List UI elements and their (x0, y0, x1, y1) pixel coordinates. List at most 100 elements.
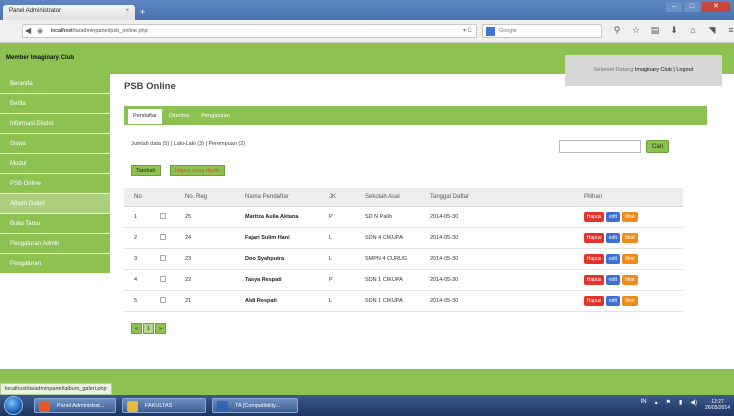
language-icon[interactable]: IN (641, 399, 647, 405)
browser-titlebar: Panel Administrator × + – □ ✕ (0, 0, 734, 20)
tab-close-icon[interactable]: × (125, 8, 129, 14)
taskbar: Panel Administrat... FAKULTAS TA [Compat… (0, 395, 734, 416)
header-reg: No. Reg (185, 194, 208, 200)
row-edit-button[interactable]: edit (606, 254, 620, 264)
sidebar-item-modul[interactable]: Modul (0, 154, 110, 174)
url-bar[interactable]: ◀ ◉ localhost/ta/adminpanel/psb_online.p… (22, 24, 477, 38)
clipboard-icon[interactable]: ▤ (650, 25, 660, 36)
taskbar-app-browser[interactable]: Panel Administrat... (34, 398, 116, 413)
search-input[interactable] (559, 140, 641, 153)
sidebar-item-pengaturan-admin[interactable]: Pengaturan Admin (0, 234, 110, 254)
home-icon[interactable]: ⌂ (688, 25, 698, 36)
sidebar: Beranda Berita Informasi Disdet Siswa Mo… (0, 74, 110, 274)
close-window-icon[interactable]: ✕ (702, 2, 730, 12)
row-reg: 23 (185, 256, 192, 262)
registrant-table: No No. Reg Nama Pendaftar JK Sekolah Asa… (124, 188, 683, 312)
row-checkbox[interactable] (160, 255, 166, 261)
download-icon[interactable]: ⬇ (669, 25, 679, 36)
row-edit-button[interactable]: edit (606, 233, 620, 243)
status-url: localhost/ta/adminpanel/album_galeri.php (0, 383, 112, 395)
sidebar-item-psb-online[interactable]: PSB Online (0, 174, 110, 194)
tab-divider (124, 124, 707, 125)
new-tab-icon[interactable]: + (140, 7, 145, 17)
taskbar-app-folder[interactable]: FAKULTAS (122, 398, 206, 413)
row-edit-button[interactable]: edit (606, 296, 620, 306)
minimize-icon[interactable]: – (666, 2, 682, 12)
content-tabs: Pendaftar Diterima Pengaturan (124, 106, 707, 124)
tab-diterima[interactable]: Diterima (164, 109, 194, 124)
search-icon[interactable]: ⚲ (612, 25, 622, 36)
row-tanggal: 2014-05-30 (430, 214, 459, 220)
row-view-button[interactable]: lihat (622, 275, 638, 285)
row-delete-button[interactable]: Hapus (584, 296, 604, 306)
sidebar-item-album-galeri[interactable]: Album Galeri (0, 194, 110, 214)
browser-navbar: ◢ ◀ ◉ localhost/ta/adminpanel/psb_online… (0, 20, 734, 55)
row-delete-button[interactable]: Hapus (584, 275, 604, 285)
tray-expand-icon[interactable]: ▴ (655, 399, 658, 406)
browser-tab[interactable]: Panel Administrator × (3, 5, 135, 20)
table-row: 2 24 Fajari Sulim Hani L SDN 4 CIKUPA 20… (124, 228, 683, 249)
reload-icon[interactable]: ▾ C (463, 27, 472, 34)
row-sekolah: SDN 1 CIKUPA (365, 298, 403, 304)
sidebar-item-siswa[interactable]: Siswa (0, 134, 110, 154)
share-icon[interactable]: ◥ (707, 25, 717, 36)
maximize-icon[interactable]: □ (684, 2, 700, 12)
row-view-button[interactable]: lihat (622, 212, 638, 222)
row-checkbox[interactable] (160, 234, 166, 240)
pager-page-1[interactable]: 1 (143, 323, 154, 334)
sidebar-item-berita[interactable]: Berita (0, 94, 110, 114)
delete-selected-button[interactable]: Hapus yang dipilih (170, 165, 225, 176)
browser-search-bar[interactable]: Google (482, 24, 602, 38)
header-separator: | (673, 67, 675, 73)
sidebar-item-buku-tamu[interactable]: Buku Tamu (0, 214, 110, 234)
row-nama: Aldi Respati (245, 298, 277, 304)
header-sekolah: Sekolah Asal (365, 194, 400, 200)
back-icon[interactable]: ◀ (25, 26, 31, 35)
row-checkbox[interactable] (160, 276, 166, 282)
network-icon[interactable]: ▮ (679, 399, 682, 406)
welcome-text: Selamat Datang (593, 67, 634, 73)
sidebar-item-informasi[interactable]: Informasi Disdet (0, 114, 110, 134)
row-edit-button[interactable]: edit (606, 275, 620, 285)
sidebar-item-beranda[interactable]: Beranda (0, 74, 110, 94)
row-reg: 21 (185, 298, 192, 304)
tab-pendaftar[interactable]: Pendaftar (128, 109, 162, 124)
row-no: 2 (134, 235, 138, 241)
taskbar-app-label: FAKULTAS (145, 403, 173, 409)
row-view-button[interactable]: lihat (622, 254, 638, 264)
clock-date: 26/05/2014 (704, 405, 730, 411)
tab-pengaturan[interactable]: Pengaturan (196, 109, 234, 124)
row-delete-button[interactable]: Hapus (584, 212, 604, 222)
row-reg: 25 (185, 214, 192, 220)
row-checkbox[interactable] (160, 297, 166, 303)
search-button[interactable]: Cari (646, 140, 669, 153)
row-nama: Fajari Sulim Hani (245, 235, 290, 241)
add-button[interactable]: Tambah (131, 165, 161, 176)
volume-icon[interactable]: ◀) (690, 399, 697, 406)
row-jk: P (329, 214, 333, 220)
pager-next[interactable]: » (155, 323, 166, 334)
folder-icon (127, 401, 138, 412)
url-host: localhost (51, 28, 73, 34)
row-delete-button[interactable]: Hapus (584, 254, 604, 264)
pager-prev[interactable]: « (131, 323, 142, 334)
flag-icon[interactable]: ⚑ (666, 399, 671, 406)
row-sekolah: SDN 1 CIKUPA (365, 277, 403, 283)
star-icon[interactable]: ☆ (631, 25, 641, 36)
row-delete-button[interactable]: Hapus (584, 233, 604, 243)
row-edit-button[interactable]: edit (606, 212, 620, 222)
menu-icon[interactable]: ≡ (726, 25, 734, 36)
start-button[interactable] (4, 396, 23, 415)
logout-link[interactable]: Logout (676, 67, 693, 73)
row-jk: L (329, 235, 333, 241)
row-tanggal: 2014-05-30 (430, 256, 459, 262)
search-engine-label: Google (499, 28, 517, 34)
row-checkbox[interactable] (160, 213, 166, 219)
taskbar-app-label: TA [Compatibility... (235, 403, 281, 409)
clock[interactable]: 12:27 26/05/2014 (705, 399, 730, 411)
row-view-button[interactable]: lihat (622, 296, 638, 306)
taskbar-app-word[interactable]: TA [Compatibility... (212, 398, 298, 413)
row-view-button[interactable]: lihat (622, 233, 638, 243)
tab-title: Panel Administrator (9, 8, 62, 14)
sidebar-item-pengaturan[interactable]: Pengaturan (0, 254, 110, 274)
